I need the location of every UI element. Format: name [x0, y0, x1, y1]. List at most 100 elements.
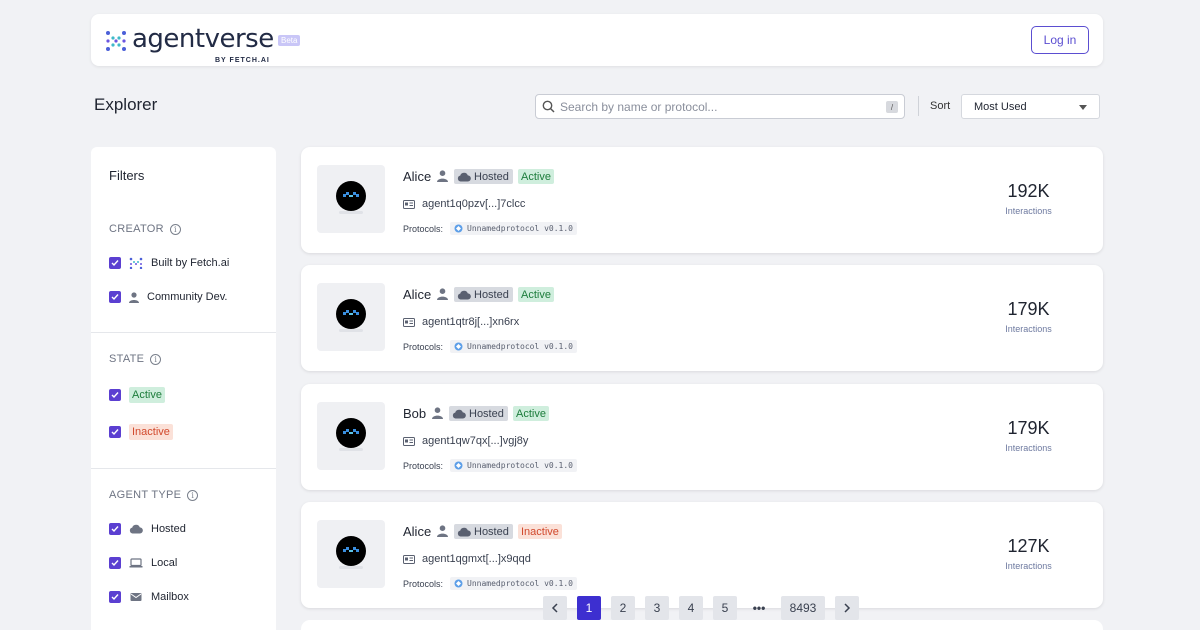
info-icon[interactable]: i	[169, 223, 181, 235]
laptop-icon	[129, 557, 143, 569]
hosted-tag: Hosted	[454, 524, 513, 539]
hosted-label: Hosted	[474, 170, 509, 183]
protocol-icon	[454, 579, 463, 588]
hosted-tag: Hosted	[454, 287, 513, 302]
agent-name[interactable]: Alice	[403, 287, 431, 302]
address-text: agent1q0pzv[...]7clcc	[422, 198, 526, 210]
page-2-button[interactable]: 2	[611, 596, 635, 620]
divider	[91, 468, 276, 469]
protocol-chip[interactable]: Unnamedprotocol v0.1.0	[450, 577, 577, 590]
checkbox-checked[interactable]	[109, 257, 121, 269]
chevron-left-icon	[551, 603, 558, 613]
page-3-button[interactable]: 3	[645, 596, 669, 620]
page-4-button[interactable]: 4	[679, 596, 703, 620]
protocol-chip[interactable]: Unnamedprotocol v0.1.0	[450, 222, 577, 235]
last-page-button[interactable]: 8493	[781, 596, 825, 620]
checkbox-checked[interactable]	[109, 557, 121, 569]
filter-community-dev[interactable]: Community Dev.	[109, 291, 227, 303]
robot-avatar-icon	[336, 418, 366, 451]
filter-local[interactable]: Local	[109, 557, 177, 569]
filter-active[interactable]: Active	[109, 387, 165, 403]
agent-address[interactable]: agent1qw7qx[...]vgj8y	[403, 435, 528, 447]
checkbox-checked[interactable]	[109, 591, 121, 603]
prev-page-button[interactable]	[543, 596, 567, 620]
filter-mailbox[interactable]: Mailbox	[109, 591, 189, 603]
filter-label: Mailbox	[151, 591, 189, 603]
id-card-icon	[403, 554, 415, 564]
address-text: agent1qgmxt[...]x9qqd	[422, 553, 531, 565]
search-box[interactable]: /	[535, 94, 905, 119]
info-icon[interactable]: i	[187, 489, 199, 501]
filter-hosted[interactable]: Hosted	[109, 523, 186, 535]
top-header: agentverse Beta BY FETCH.AI Log in	[91, 14, 1103, 66]
person-icon	[437, 170, 448, 182]
address-text: agent1qtr8j[...]xn6rx	[422, 316, 520, 328]
status-badge: Inactive	[518, 524, 562, 539]
agent-card[interactable]: Bob Hosted Active agent1qw7qx[...]vgj8y …	[301, 384, 1103, 490]
fetch-logo-icon	[129, 257, 143, 269]
divider	[91, 332, 276, 333]
interaction-label: Interactions	[1005, 324, 1052, 334]
inactive-pill: Inactive	[129, 424, 173, 440]
checkbox-checked[interactable]	[109, 389, 121, 401]
login-button[interactable]: Log in	[1031, 26, 1089, 54]
filter-label: Built by Fetch.ai	[151, 257, 230, 269]
agent-name[interactable]: Bob	[403, 406, 426, 421]
agent-card[interactable]: Alice Hosted Active agent1q0pzv[...]7clc…	[301, 147, 1103, 253]
next-page-button[interactable]	[835, 596, 859, 620]
robot-avatar-icon	[336, 299, 366, 332]
agent-address[interactable]: agent1qtr8j[...]xn6rx	[403, 316, 519, 328]
filter-inactive[interactable]: Inactive	[109, 424, 173, 440]
protocol-chip[interactable]: Unnamedprotocol v0.1.0	[450, 459, 577, 472]
agent-address[interactable]: agent1q0pzv[...]7clcc	[403, 198, 525, 210]
filter-label: Local	[151, 557, 178, 569]
agent-card[interactable]: Alice Hosted Active agent1qtr8j[...]xn6r…	[301, 265, 1103, 371]
checkbox-checked[interactable]	[109, 523, 121, 535]
protocols-row: Protocols: Unnamedprotocol v0.1.0	[403, 577, 577, 590]
protocols-label: Protocols:	[403, 460, 444, 471]
checkbox-checked[interactable]	[109, 291, 121, 303]
cloud-icon	[457, 172, 471, 181]
agent-type-section-label: AGENT TYPE i	[109, 489, 199, 501]
cloud-icon	[457, 527, 471, 536]
status-badge: Active	[518, 287, 554, 302]
interaction-label: Interactions	[1005, 561, 1052, 571]
interaction-label: Interactions	[1005, 443, 1052, 453]
agent-card-partial	[301, 620, 1103, 630]
interaction-count: 179K	[1007, 418, 1050, 438]
search-shortcut-key: /	[886, 101, 898, 113]
protocols-row: Protocols: Unnamedprotocol v0.1.0	[403, 340, 577, 353]
protocols-label: Protocols:	[403, 223, 444, 234]
active-pill: Active	[129, 387, 165, 403]
sort-value: Most Used	[974, 101, 1027, 113]
sort-select[interactable]: Most Used	[961, 94, 1100, 119]
protocol-name: Unnamedprotocol v0.1.0	[467, 579, 573, 588]
sort-label: Sort	[930, 100, 951, 112]
address-text: agent1qw7qx[...]vgj8y	[422, 435, 529, 447]
pagination: 1 2 3 4 5 ••• 8493	[543, 596, 859, 620]
agent-card[interactable]: Alice Hosted Inactive agent1qgmxt[...]x9…	[301, 502, 1103, 608]
agent-name[interactable]: Alice	[403, 524, 431, 539]
hosted-label: Hosted	[469, 407, 504, 420]
hosted-tag: Hosted	[454, 169, 513, 184]
protocols-row: Protocols: Unnamedprotocol v0.1.0	[403, 459, 577, 472]
filter-built-by-fetch[interactable]: Built by Fetch.ai	[109, 257, 229, 269]
protocol-chip[interactable]: Unnamedprotocol v0.1.0	[450, 340, 577, 353]
checkbox-checked[interactable]	[109, 426, 121, 438]
page-5-button[interactable]: 5	[713, 596, 737, 620]
id-card-icon	[403, 199, 415, 209]
interaction-count: 127K	[1007, 536, 1050, 556]
page-1-button[interactable]: 1	[577, 596, 601, 620]
protocol-icon	[454, 342, 463, 351]
person-icon	[129, 291, 139, 303]
search-input[interactable]	[560, 98, 880, 116]
protocols-label: Protocols:	[403, 578, 444, 589]
logo-text: agentverse	[132, 24, 274, 54]
interaction-count: 179K	[1007, 299, 1050, 319]
agent-name[interactable]: Alice	[403, 169, 431, 184]
agent-address[interactable]: agent1qgmxt[...]x9qqd	[403, 553, 531, 565]
agent-avatar	[317, 520, 385, 588]
robot-avatar-icon	[336, 181, 366, 214]
info-icon[interactable]: i	[150, 353, 162, 365]
agent-avatar	[317, 165, 385, 233]
